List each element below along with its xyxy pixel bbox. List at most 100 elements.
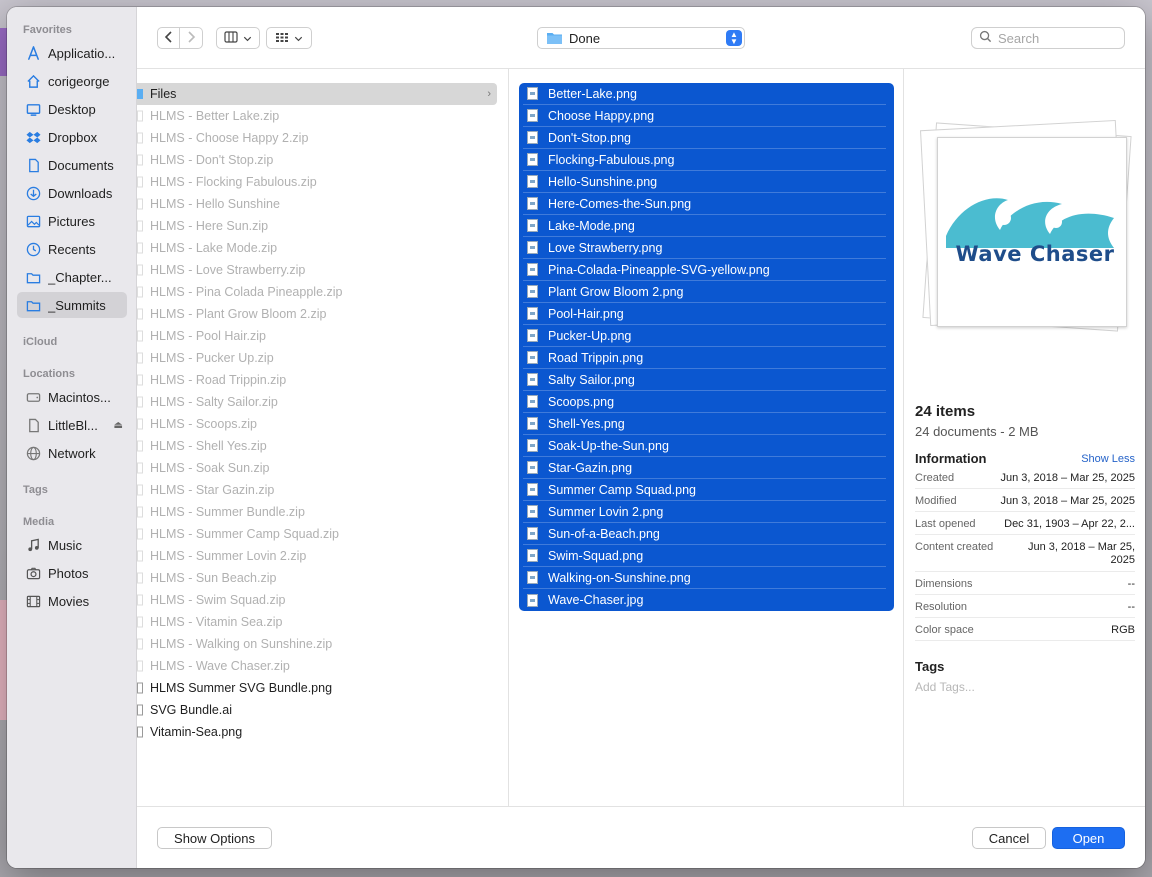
selected-file-row[interactable]: Summer Camp Squad.png (523, 479, 886, 501)
file-row[interactable]: HLMS - Plant Grow Bloom 2.zip (137, 303, 508, 325)
file-row[interactable]: SVG Bundle.ai (137, 699, 508, 721)
info-key: Modified (915, 495, 957, 507)
sidebar-item-summits[interactable]: _Summits (17, 292, 127, 318)
open-button[interactable]: Open (1052, 827, 1125, 849)
file-row[interactable]: HLMS - Salty Sailor.zip (137, 391, 508, 413)
eject-icon[interactable]: ⏏ (114, 420, 123, 431)
selected-file-row[interactable]: Scoops.png (523, 391, 886, 413)
file-row[interactable]: HLMS - Love Strawberry.zip (137, 259, 508, 281)
sidebar-item-photos[interactable]: Photos (17, 560, 127, 586)
image-file-icon (527, 263, 538, 276)
view-mode-button[interactable] (216, 27, 260, 49)
selected-file-row[interactable]: Here-Comes-the-Sun.png (523, 193, 886, 215)
location-popup[interactable]: Done ▲ ▼ (537, 27, 745, 49)
sidebar-item-home[interactable]: corigeorge (17, 68, 127, 94)
selected-file-row[interactable]: Sun-of-a-Beach.png (523, 523, 886, 545)
selected-file-row[interactable]: Lake-Mode.png (523, 215, 886, 237)
sidebar-item-network[interactable]: Network (17, 440, 127, 466)
file-row[interactable]: HLMS - Choose Happy 2.zip (137, 127, 508, 149)
file-row[interactable]: HLMS - Summer Bundle.zip (137, 501, 508, 523)
zip-file-icon (137, 418, 143, 430)
sidebar-item-macintosh-hd[interactable]: Macintos... (17, 384, 127, 410)
selected-file-row[interactable]: Summer Lovin 2.png (523, 501, 886, 523)
file-row[interactable]: HLMS - Vitamin Sea.zip (137, 611, 508, 633)
file-row[interactable]: HLMS - Here Sun.zip (137, 215, 508, 237)
file-row[interactable]: HLMS - Pina Colada Pineapple.zip (137, 281, 508, 303)
file-row[interactable]: HLMS - Lake Mode.zip (137, 237, 508, 259)
file-row[interactable]: HLMS - Soak Sun.zip (137, 457, 508, 479)
sidebar-item-label: Desktop (48, 101, 96, 117)
file-row[interactable]: HLMS - Road Trippin.zip (137, 369, 508, 391)
selected-file-row[interactable]: Flocking-Fabulous.png (523, 149, 886, 171)
file-row[interactable]: HLMS - Shell Yes.zip (137, 435, 508, 457)
file-row[interactable]: HLMS - Don't Stop.zip (137, 149, 508, 171)
file-name: HLMS - Plant Grow Bloom 2.zip (150, 307, 327, 321)
selected-file-row[interactable]: Hello-Sunshine.png (523, 171, 886, 193)
sidebar-item-downloads[interactable]: Downloads (17, 180, 127, 206)
file-row[interactable]: HLMS - Pucker Up.zip (137, 347, 508, 369)
show-less-link[interactable]: Show Less (1081, 453, 1135, 465)
file-name: HLMS - Summer Bundle.zip (150, 505, 305, 519)
selected-file-row[interactable]: Walking-on-Sunshine.png (523, 567, 886, 589)
info-fields: Created Jun 3, 2018 – Mar 25, 2025 Modifie… (915, 466, 1135, 641)
selected-file-row[interactable]: Pucker-Up.png (523, 325, 886, 347)
sidebar-item-pictures[interactable]: Pictures (17, 208, 127, 234)
file-row[interactable]: HLMS - Summer Camp Squad.zip (137, 523, 508, 545)
selected-file-row[interactable]: Pina-Colada-Pineapple-SVG-yellow.png (523, 259, 886, 281)
file-name: HLMS - Soak Sun.zip (150, 461, 270, 475)
search-input[interactable] (998, 30, 1118, 46)
selected-file-row[interactable]: Salty Sailor.png (523, 369, 886, 391)
info-key: Dimensions (915, 578, 973, 590)
file-row[interactable]: HLMS - Pool Hair.zip (137, 325, 508, 347)
group-by-button[interactable] (266, 27, 312, 49)
selected-file-row[interactable]: Don't-Stop.png (523, 127, 886, 149)
file-row[interactable]: HLMS - Swim Squad.zip (137, 589, 508, 611)
sidebar-item-music[interactable]: Music (17, 532, 127, 558)
file-name: Better-Lake.png (548, 86, 637, 101)
selected-file-row[interactable]: Plant Grow Bloom 2.png (523, 281, 886, 303)
image-file-icon (527, 373, 538, 386)
file-row[interactable]: HLMS - Hello Sunshine (137, 193, 508, 215)
add-tags-field[interactable]: Add Tags... (915, 680, 1135, 694)
selected-file-row[interactable]: Swim-Squad.png (523, 545, 886, 567)
clock-icon (25, 241, 41, 257)
selected-file-row[interactable]: Pool-Hair.png (523, 303, 886, 325)
sidebar-item-applications[interactable]: Applicatio... (17, 40, 127, 66)
sidebar-item-movies[interactable]: Movies (17, 588, 127, 614)
file-row[interactable]: HLMS Summer SVG Bundle.png (137, 677, 508, 699)
file-row[interactable]: HLMS - Summer Lovin 2.zip (137, 545, 508, 567)
search-field[interactable] (971, 27, 1125, 49)
cancel-button[interactable]: Cancel (972, 827, 1046, 849)
selected-file-row[interactable]: Choose Happy.png (523, 105, 886, 127)
file-row[interactable]: HLMS - Flocking Fabulous.zip (137, 171, 508, 193)
chevron-down-icon (294, 31, 303, 46)
file-row[interactable]: HLMS - Better Lake.zip (137, 105, 508, 127)
file-row[interactable]: HLMS - Sun Beach.zip (137, 567, 508, 589)
sidebar-item-dropbox[interactable]: Dropbox (17, 124, 127, 150)
selected-file-row[interactable]: Road Trippin.png (523, 347, 886, 369)
file-name: SVG Bundle.ai (150, 703, 232, 717)
file-row[interactable]: HLMS - Wave Chaser.zip (137, 655, 508, 677)
file-row[interactable]: Vitamin-Sea.png (137, 721, 508, 743)
forward-button[interactable] (180, 27, 203, 49)
selected-file-row[interactable]: Wave-Chaser.jpg (523, 589, 886, 611)
show-options-button[interactable]: Show Options (157, 827, 272, 849)
selected-file-row[interactable]: Love Strawberry.png (523, 237, 886, 259)
selected-file-row[interactable]: Better-Lake.png (523, 83, 886, 105)
file-row[interactable]: HLMS - Star Gazin.zip (137, 479, 508, 501)
selected-file-row[interactable]: Soak-Up-the-Sun.png (523, 435, 886, 457)
sidebar-item-littleblue[interactable]: LittleBl... ⏏ (17, 412, 127, 438)
folder-row-files[interactable]: Files › (137, 83, 497, 105)
sidebar-item-documents[interactable]: Documents (17, 152, 127, 178)
sidebar-item-recents[interactable]: Recents (17, 236, 127, 262)
selected-file-row[interactable]: Star-Gazin.png (523, 457, 886, 479)
sidebar-item-desktop[interactable]: Desktop (17, 96, 127, 122)
selected-file-row[interactable]: Shell-Yes.png (523, 413, 886, 435)
file-row[interactable]: HLMS - Walking on Sunshine.zip (137, 633, 508, 655)
wave-icon (946, 198, 1114, 248)
sidebar-item-chapter[interactable]: _Chapter... (17, 264, 127, 290)
pictures-icon (25, 213, 41, 229)
file-row[interactable]: HLMS - Scoops.zip (137, 413, 508, 435)
back-button[interactable] (157, 27, 180, 49)
file-name: Here-Comes-the-Sun.png (548, 196, 692, 211)
